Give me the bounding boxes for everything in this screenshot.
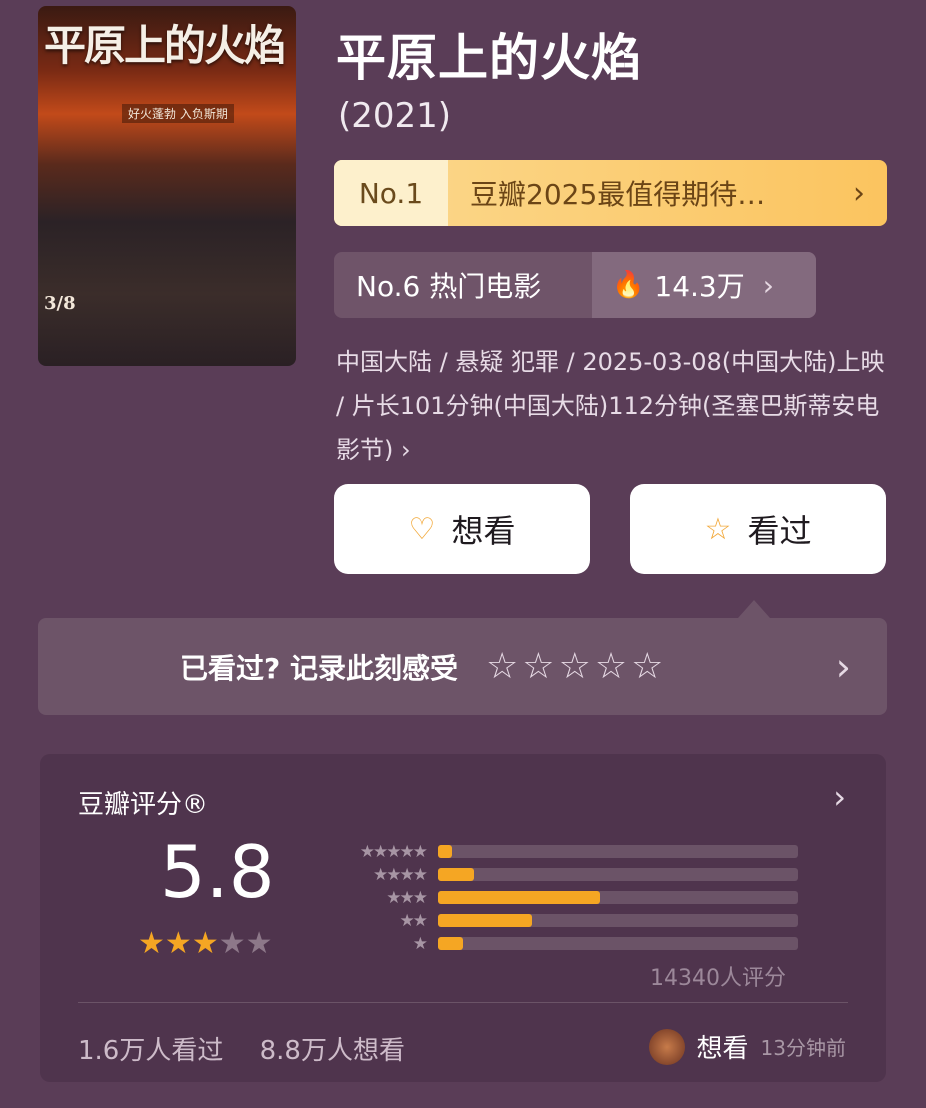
star-outline-icon[interactable]: ☆ bbox=[522, 646, 554, 687]
star-outline-icon[interactable]: ☆ bbox=[595, 646, 627, 687]
distribution-bar bbox=[438, 891, 600, 904]
friend-activity[interactable]: 想看 13分钟前 bbox=[648, 1028, 846, 1065]
record-feeling-bar[interactable]: 已看过? 记录此刻感受 ☆ ☆ ☆ ☆ ☆ › bbox=[38, 618, 887, 715]
distribution-row: ★★★ bbox=[322, 886, 802, 909]
distribution-row: ★ bbox=[322, 932, 802, 955]
activity-time: 13分钟前 bbox=[760, 1036, 846, 1060]
star-outline-icon[interactable]: ☆ bbox=[486, 646, 518, 687]
chevron-right-icon: › bbox=[762, 268, 774, 302]
star-outline-icon: ☆ bbox=[704, 511, 732, 547]
record-prompt: 已看过? 记录此刻感受 bbox=[180, 651, 458, 685]
star-empty-icon: ★ bbox=[245, 926, 273, 961]
ranking-list-label: 豆瓣2025最值得期待… bbox=[470, 178, 766, 211]
distribution-track bbox=[438, 891, 798, 904]
star-empty-icon: ★ bbox=[218, 926, 246, 961]
distribution-star-label: ★ bbox=[412, 933, 428, 954]
rating-score: 5.8 bbox=[160, 830, 275, 914]
fire-icon: 🔥 bbox=[612, 270, 645, 300]
distribution-row: ★★ bbox=[322, 909, 802, 932]
movie-meta-info[interactable]: 中国大陆 / 悬疑 犯罪 / 2025-03-08(中国大陆)上映 / 片长10… bbox=[336, 340, 896, 472]
star-outline-icon[interactable]: ☆ bbox=[631, 646, 663, 687]
distribution-row: ★★★★ bbox=[322, 863, 802, 886]
distribution-track bbox=[438, 868, 798, 881]
poster-tagline: 好火蓬勃 入负斯期 bbox=[122, 104, 234, 123]
distribution-bar bbox=[438, 845, 453, 858]
distribution-star-label: ★★★★★ bbox=[359, 841, 428, 862]
distribution-bar bbox=[438, 868, 474, 881]
chevron-right-icon: › bbox=[853, 175, 865, 211]
ranking-number: No.1 bbox=[334, 160, 448, 226]
movie-year: (2021) bbox=[338, 96, 452, 136]
chevron-right-icon: › bbox=[835, 644, 851, 689]
activity-action: 想看 bbox=[696, 1034, 749, 1064]
heat-value: 14.3万 bbox=[654, 270, 745, 303]
rating-header: 豆瓣评分® bbox=[78, 790, 209, 820]
movie-title: 平原上的火焰 bbox=[336, 29, 642, 87]
star-outline-icon[interactable]: ☆ bbox=[559, 646, 591, 687]
star-filled-icon: ★ bbox=[191, 926, 219, 961]
rating-footer: 1.6万人看过 8.8万人想看 bbox=[78, 1030, 433, 1067]
hot-ranking-label: No.6 热门电影 bbox=[356, 270, 542, 303]
distribution-star-label: ★★★ bbox=[386, 887, 428, 908]
callout-pointer bbox=[738, 600, 770, 618]
ranking-hot-banner[interactable]: No.6 热门电影 🔥 14.3万 › bbox=[334, 252, 816, 318]
seen-label: 看过 bbox=[747, 512, 812, 550]
rate-stars[interactable]: ☆ ☆ ☆ ☆ ☆ bbox=[486, 646, 667, 687]
wishlist-count[interactable]: 8.8万人想看 bbox=[260, 1036, 405, 1066]
want-to-see-label: 想看 bbox=[451, 512, 516, 550]
star-filled-icon: ★ bbox=[164, 926, 192, 961]
movie-poster[interactable]: 平原上的火焰 好火蓬勃 入负斯期 3/8 bbox=[38, 6, 296, 366]
seen-button[interactable]: ☆ 看过 bbox=[630, 484, 886, 574]
divider bbox=[78, 1002, 848, 1003]
rating-count: 14340人评分 bbox=[650, 966, 786, 991]
douban-rating-card[interactable]: 豆瓣评分® › 5.8 ★ ★ ★ ★ ★ ★★★★★ ★★★★ ★★★ ★★ ★ 14340人… bbox=[40, 754, 886, 1082]
heat-chip[interactable]: 🔥 14.3万 › bbox=[592, 252, 816, 318]
distribution-row: ★★★★★ bbox=[322, 840, 802, 863]
distribution-star-label: ★★★★ bbox=[373, 864, 428, 885]
distribution-bar bbox=[438, 914, 532, 927]
ranking-no1-banner[interactable]: No.1 豆瓣2025最值得期待… › bbox=[334, 160, 887, 226]
poster-title: 平原上的火焰 bbox=[44, 21, 286, 70]
distribution-track bbox=[438, 937, 798, 950]
distribution-star-label: ★★ bbox=[399, 910, 428, 931]
want-to-see-button[interactable]: ♡ 想看 bbox=[334, 484, 590, 574]
watched-count[interactable]: 1.6万人看过 bbox=[78, 1036, 223, 1066]
rating-stars: ★ ★ ★ ★ ★ bbox=[138, 926, 273, 961]
distribution-bar bbox=[438, 937, 464, 950]
poster-release-mark: 3/8 bbox=[44, 293, 76, 314]
heart-plus-icon: ♡ bbox=[408, 511, 436, 547]
rating-distribution: ★★★★★ ★★★★ ★★★ ★★ ★ bbox=[322, 840, 802, 955]
star-filled-icon: ★ bbox=[138, 926, 165, 961]
distribution-track bbox=[438, 914, 798, 927]
chevron-right-icon[interactable]: › bbox=[833, 778, 846, 816]
avatar[interactable] bbox=[648, 1028, 685, 1065]
distribution-track bbox=[438, 845, 798, 858]
